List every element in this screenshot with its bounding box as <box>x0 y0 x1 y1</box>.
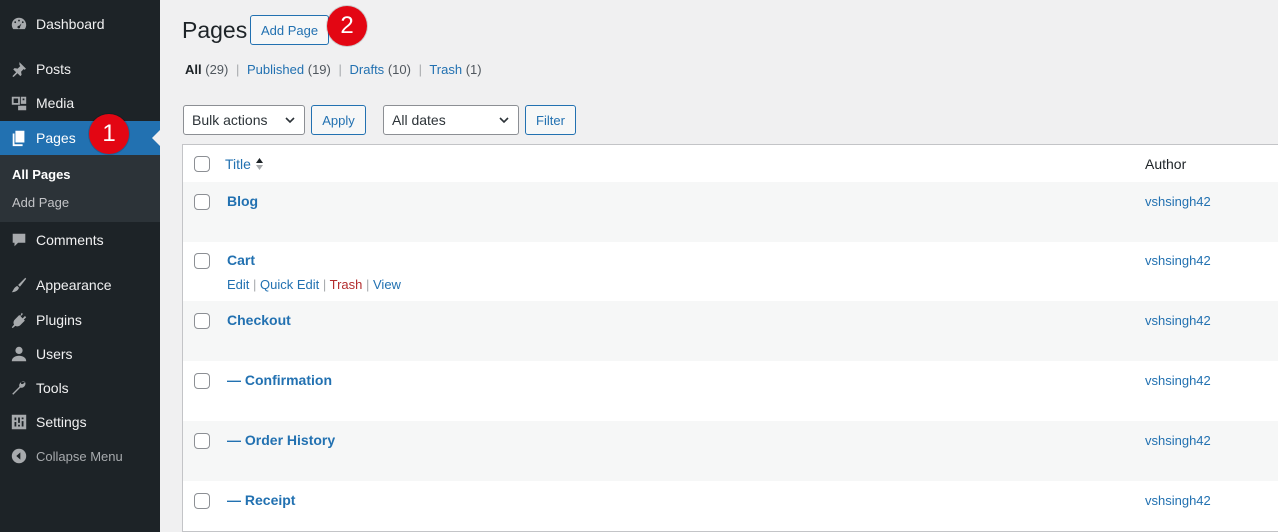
menu-label-appearance: Appearance <box>36 277 112 293</box>
collapse-menu-button[interactable]: Collapse Menu <box>0 439 160 473</box>
user-icon <box>0 345 36 363</box>
menu-item-media[interactable]: Media <box>0 86 160 120</box>
page-title-link[interactable]: — Receipt <box>227 492 295 508</box>
table-row: Blog vshsingh42 <box>183 182 1278 242</box>
table-row: — Receipt vshsingh42 <box>183 481 1278 531</box>
menu-item-appearance[interactable]: Appearance <box>0 268 160 302</box>
table-row: Checkout vshsingh42 <box>183 301 1278 361</box>
menu-label-tools: Tools <box>36 380 69 396</box>
author-column-header: Author <box>1145 156 1187 172</box>
filter-drafts-link[interactable]: Drafts <box>350 62 385 77</box>
trash-link[interactable]: Trash <box>330 277 363 292</box>
separator: | <box>236 62 240 77</box>
filter-drafts-count: (10) <box>387 62 411 77</box>
annotation-badge-1: 1 <box>89 114 129 154</box>
page-title: Pages <box>182 17 248 43</box>
filter-trash-link[interactable]: Trash <box>429 62 462 77</box>
table-row: — Order History vshsingh42 <box>183 421 1278 481</box>
page-title-link[interactable]: Checkout <box>227 312 291 328</box>
menu-label-users: Users <box>36 346 73 362</box>
row-checkbox[interactable] <box>194 373 210 389</box>
filter-published-count: (19) <box>307 62 331 77</box>
chevron-down-icon <box>285 117 295 124</box>
page-title-link[interactable]: Cart <box>227 252 255 268</box>
add-page-button[interactable]: Add Page <box>250 15 330 45</box>
brush-icon <box>0 276 36 294</box>
table-header: Title Author <box>183 145 1278 183</box>
bulk-actions-value: Bulk actions <box>192 112 268 128</box>
menu-label-settings: Settings <box>36 414 87 430</box>
menu-item-tools[interactable]: Tools <box>0 371 160 405</box>
annotation-badge-2: 2 <box>327 6 367 46</box>
menu-label-comments: Comments <box>36 232 104 248</box>
status-filter-links: All (29) | Published (19) | Drafts (10) … <box>185 62 482 77</box>
row-checkbox[interactable] <box>194 253 210 269</box>
dates-value: All dates <box>392 112 446 128</box>
row-checkbox[interactable] <box>194 433 210 449</box>
admin-sidebar: Dashboard Posts Media Pages All Pages Ad… <box>0 0 160 532</box>
row-checkbox[interactable] <box>194 493 210 509</box>
view-link[interactable]: View <box>373 277 401 292</box>
edit-link[interactable]: Edit <box>227 277 249 292</box>
author-link[interactable]: vshsingh42 <box>1145 433 1211 448</box>
filter-all-link[interactable]: All <box>185 62 202 77</box>
page-title-link[interactable]: Blog <box>227 193 258 209</box>
dashboard-icon <box>0 15 36 33</box>
menu-item-settings[interactable]: Settings <box>0 405 160 439</box>
bulk-actions-select[interactable]: Bulk actions <box>183 105 305 135</box>
apply-button[interactable]: Apply <box>311 105 366 135</box>
filter-trash-count: (1) <box>465 62 482 77</box>
table-row: — Confirmation vshsingh42 <box>183 361 1278 421</box>
author-link[interactable]: vshsingh42 <box>1145 493 1211 508</box>
filter-published-link[interactable]: Published <box>247 62 304 77</box>
filter-button[interactable]: Filter <box>525 105 576 135</box>
menu-item-pages[interactable]: Pages <box>0 121 160 155</box>
separator: | <box>338 62 342 77</box>
menu-label-media: Media <box>36 95 75 111</box>
menu-label-collapse: Collapse Menu <box>36 448 123 464</box>
pages-icon <box>0 129 36 147</box>
wrench-icon <box>0 379 36 397</box>
pin-icon <box>0 60 36 78</box>
menu-item-plugins[interactable]: Plugins <box>0 303 160 337</box>
plugin-icon <box>0 311 36 329</box>
submenu-all-pages[interactable]: All Pages <box>0 163 160 191</box>
menu-item-users[interactable]: Users <box>0 337 160 371</box>
menu-item-dashboard[interactable]: Dashboard <box>0 7 160 41</box>
dates-select[interactable]: All dates <box>383 105 519 135</box>
author-link[interactable]: vshsingh42 <box>1145 373 1211 388</box>
menu-label-dashboard: Dashboard <box>36 16 105 32</box>
author-link[interactable]: vshsingh42 <box>1145 253 1211 268</box>
select-all-checkbox[interactable] <box>194 156 210 172</box>
separator: | <box>418 62 422 77</box>
title-column-label: Title <box>225 156 251 172</box>
page-title-link[interactable]: — Confirmation <box>227 372 332 388</box>
collapse-icon <box>0 447 36 465</box>
menu-item-comments[interactable]: Comments <box>0 223 160 257</box>
filter-all-count: (29) <box>205 62 229 77</box>
pages-table: Title Author Blog vshsingh42 Cart Edit |… <box>182 144 1278 532</box>
pages-submenu: All Pages Add Page <box>0 155 160 222</box>
chevron-down-icon <box>499 117 509 124</box>
author-link[interactable]: vshsingh42 <box>1145 194 1211 209</box>
menu-item-posts[interactable]: Posts <box>0 52 160 86</box>
menu-label-posts: Posts <box>36 61 72 77</box>
menu-label-pages: Pages <box>36 130 76 146</box>
row-actions: Edit | Quick Edit | Trash | View <box>227 277 401 292</box>
table-row: Cart Edit | Quick Edit | Trash | View vs… <box>183 241 1278 301</box>
title-column-header[interactable]: Title <box>225 156 264 172</box>
menu-label-plugins: Plugins <box>36 312 82 328</box>
settings-icon <box>0 413 36 431</box>
author-link[interactable]: vshsingh42 <box>1145 313 1211 328</box>
quick-edit-link[interactable]: Quick Edit <box>260 277 319 292</box>
sort-icon <box>255 158 263 170</box>
page-title-link[interactable]: — Order History <box>227 432 335 448</box>
comment-icon <box>0 231 36 249</box>
row-checkbox[interactable] <box>194 194 210 210</box>
submenu-add-page[interactable]: Add Page <box>0 191 160 219</box>
row-checkbox[interactable] <box>194 313 210 329</box>
media-icon <box>0 94 36 112</box>
